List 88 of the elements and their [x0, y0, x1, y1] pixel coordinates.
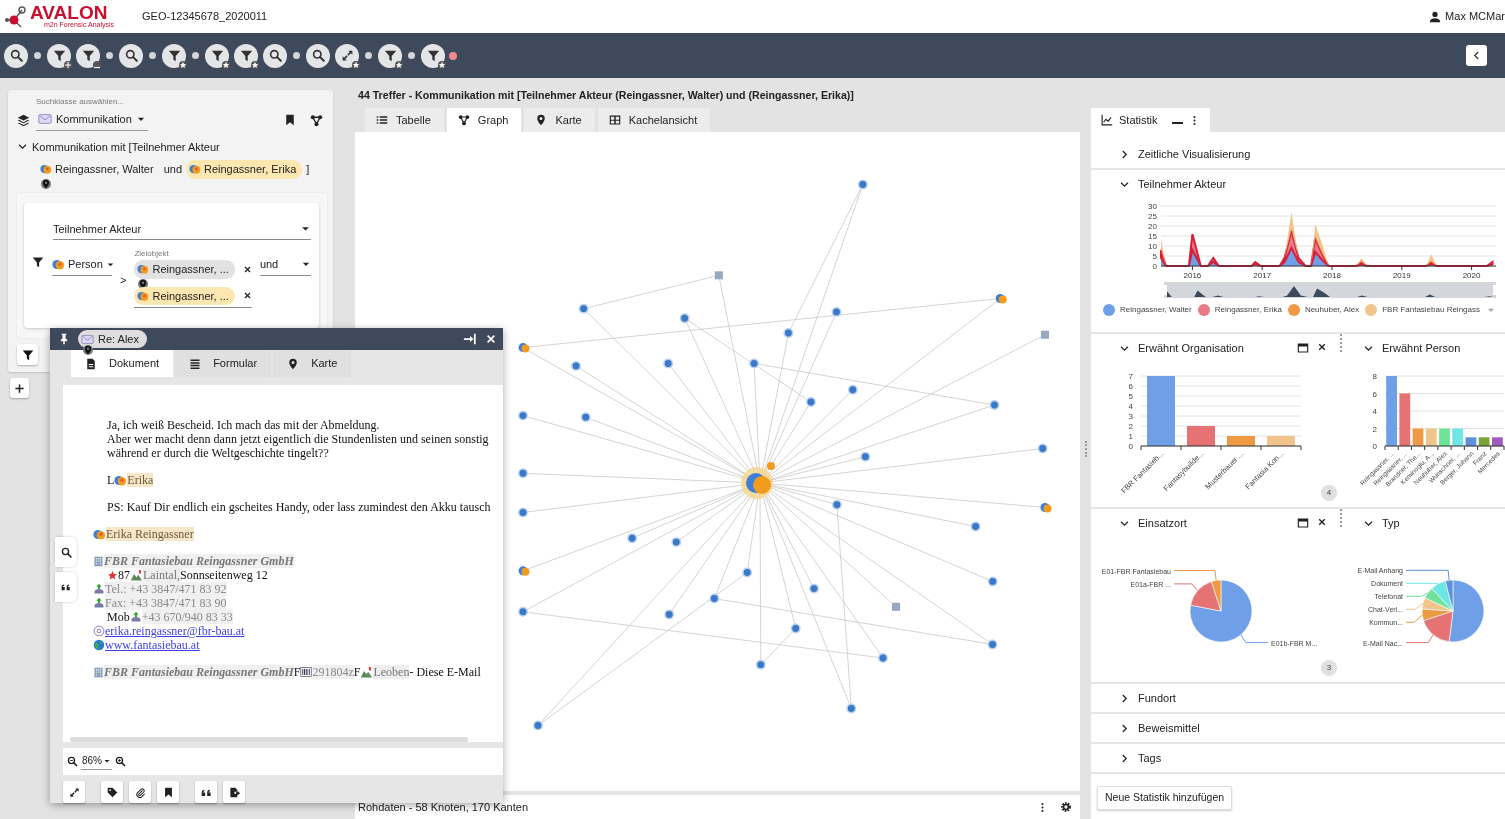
legend-label: Reingassner, Walter	[1120, 304, 1192, 316]
email-paragraph: PS: Kauf Dir endlich ein gscheites Handy, oder lass zumindest den Akku tausch	[107, 500, 492, 514]
section-header[interactable]: Fundort	[1091, 684, 1505, 712]
person-chip[interactable]: Reingassner, Walter	[37, 160, 160, 179]
organization-entity[interactable]: FBR Fantasiebau Reingassner GmbH	[104, 665, 294, 679]
document-chip[interactable]: Re: Alex	[78, 329, 147, 349]
email-text: - Diese E-Mail	[409, 665, 481, 679]
person-entity[interactable]: Erika	[127, 473, 154, 487]
legend-label: Neuhuber, Alex	[1304, 304, 1360, 316]
tick-label: 2018	[1323, 271, 1341, 280]
email-text: Mob	[107, 610, 130, 624]
field-label: Suchklasse auswählen...	[36, 96, 126, 108]
tick-label: 0	[1152, 262, 1157, 271]
type-select[interactable]: Person	[52, 256, 112, 276]
view-tab[interactable]: Karte	[524, 108, 595, 132]
tick-label: 5	[1152, 252, 1157, 261]
tick-label: 6	[1128, 382, 1133, 391]
status-text: Rohdaten - 58 Knoten, 170 Kanten	[358, 799, 529, 815]
result-title: 44 Treffer - Kommunikation mit [Teilnehmer Akteur (Reingassner, Walter) und (Reingassner, Erika)]	[357, 88, 855, 103]
person-entity[interactable]: Erika Reingassner	[106, 527, 194, 541]
section-header[interactable]: Tags	[1091, 744, 1505, 772]
bracket-text: ]	[306, 162, 310, 177]
tick-label: 4	[1372, 407, 1377, 416]
view-tab[interactable]: Tabelle	[365, 108, 444, 132]
place-entity[interactable]: Laintal,	[143, 568, 180, 582]
tab-label: Statistik	[1119, 112, 1158, 128]
tick-label: 15	[1148, 232, 1157, 241]
query-text: Kommunikation mit [Teilnehmer Akteur	[32, 139, 220, 155]
legend-label: Reingassner, Erika	[1214, 304, 1282, 316]
tick-label: 10	[1148, 242, 1157, 251]
conjunction-text: und	[163, 162, 182, 177]
place-entity[interactable]: Leoben	[373, 665, 410, 679]
user-menu[interactable]: Max MCMar	[1429, 8, 1505, 25]
tick-label: 6	[1372, 389, 1377, 399]
document-tab[interactable]: Karte	[273, 350, 352, 377]
website-link[interactable]: www.fantasiebau.at	[105, 638, 200, 652]
tick-label: 2	[1372, 424, 1377, 434]
attribute-select[interactable]: Teilnehmer Akteur	[53, 220, 311, 240]
tick-label: 2020	[1462, 271, 1481, 280]
tick-label: 2019	[1392, 271, 1411, 280]
document-tab[interactable]: Formular	[175, 350, 272, 377]
tick-label: 0	[1372, 442, 1377, 451]
tick-label: 5	[1128, 392, 1133, 401]
view-tab[interactable]: Kachelansicht	[597, 108, 711, 132]
panel-tab[interactable]: Statistik	[1091, 108, 1210, 132]
section-header[interactable]: Einsatzort	[1091, 509, 1297, 537]
section-header[interactable]: Zeitliche Visualisierung	[1091, 140, 1505, 168]
search-class-select[interactable]: Kommunikation	[36, 110, 148, 131]
section-header[interactable]: Typ	[1345, 509, 1495, 537]
person-chip[interactable]: Reingassner, Erika	[186, 160, 303, 179]
add-statistic-button[interactable]: Neue Statistik hinzufügen	[1097, 786, 1233, 810]
tick-label: 25	[1148, 212, 1157, 221]
section-header[interactable]: Beweismittel	[1091, 714, 1505, 742]
section-header[interactable]: Erwähnt Organisation	[1091, 334, 1297, 362]
email-link[interactable]: erika.reingassner@fbr-bau.at	[105, 624, 245, 638]
tick-label: 2	[1128, 422, 1133, 431]
field-label: Zielobjekt	[134, 248, 170, 260]
organization-entity[interactable]: FBR Fantasiebau Reingassner GmbH	[104, 554, 294, 568]
case-id: GEO-12345678_2020011	[142, 9, 268, 25]
section-header[interactable]: Erwähnt Person	[1345, 334, 1495, 362]
email-text: 87	[118, 568, 130, 582]
email-text: L	[107, 473, 115, 487]
zoom-select[interactable]: 86%	[81, 753, 112, 770]
tick-label: 0	[1128, 442, 1133, 451]
email-paragraph: Ja, ich weiß Bescheid. Ich mach das mit der Abmeldung. Aber wer macht denn dann jetzt eigentlich die Stundenlisten und seinen sonstig während er durch die Weltgeschichte tingelt??	[107, 418, 490, 460]
view-tab[interactable]: Graph	[446, 108, 522, 132]
email-text: Sonnseitenweg 12	[180, 568, 268, 582]
person-chip[interactable]: Reingassner, ...	[134, 286, 235, 305]
email-text: F	[353, 665, 361, 679]
tick-label: 20	[1148, 222, 1157, 231]
arrow-text: >	[119, 273, 128, 288]
tick-label: 2016	[1183, 271, 1202, 280]
section-header[interactable]: Teilnehmer Akteur	[1091, 170, 1505, 198]
tick-label: 2017	[1253, 271, 1272, 280]
tick-label: 30	[1148, 202, 1157, 211]
count-badge: 3	[1321, 660, 1337, 676]
tick-label: 1	[1128, 432, 1133, 441]
operator-select[interactable]: und	[259, 256, 311, 276]
person-chip[interactable]: Reingassner, ...	[134, 260, 235, 279]
document-tab[interactable]: Dokument	[71, 350, 174, 377]
count-badge: 4	[1321, 485, 1337, 501]
tick-label: 7	[1128, 372, 1133, 381]
tick-label: 4	[1128, 402, 1133, 411]
app-name: AVALON	[30, 4, 108, 21]
tick-label: 3	[1128, 412, 1133, 421]
legend-label: FBR Fantasiebau Reingass	[1382, 304, 1480, 316]
email-text: F	[293, 665, 301, 679]
tick-label: 8	[1372, 372, 1377, 381]
